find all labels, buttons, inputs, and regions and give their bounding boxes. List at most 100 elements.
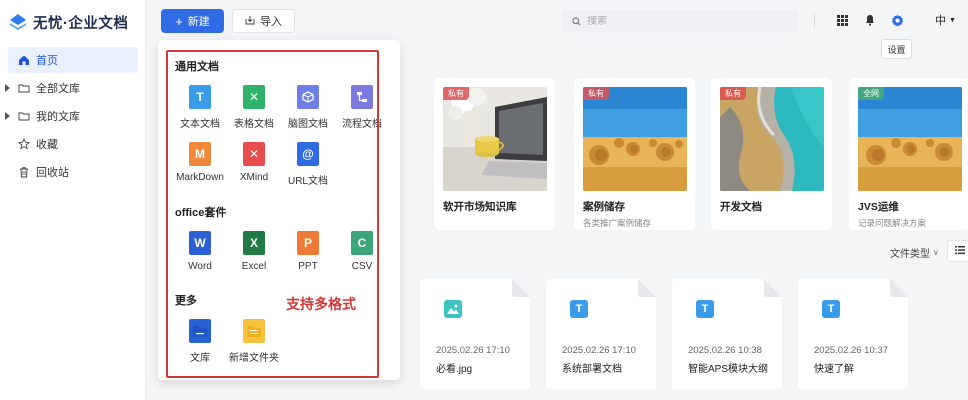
section-title-office: office套件 [175, 207, 227, 219]
sidebar: 无忧·企业文档 首页 全部文库 我的文库 收藏 回收站 [0, 0, 146, 400]
library-cover-image: 全网 [858, 87, 962, 191]
file-name: 必看.jpg [436, 364, 473, 375]
sidebar-item-all-libraries[interactable]: 全部文库 [5, 75, 138, 101]
menu-item-markdown[interactable]: M MarkDown [172, 142, 228, 190]
import-button[interactable]: 导入 [232, 9, 295, 33]
library-subtitle: 记录问题解决方案 [858, 218, 927, 228]
import-icon [245, 15, 255, 28]
app-logo[interactable]: 无忧·企业文档 [8, 10, 128, 34]
sidebar-item-label: 收藏 [36, 139, 58, 151]
menu-item-library[interactable]: 文库 [172, 319, 228, 367]
chevron-down-icon: ∨ [933, 248, 939, 257]
library-subtitle: 各类推广案例储存 [583, 218, 652, 228]
library-title: JVS运维 [858, 201, 899, 213]
library-tag: 全网 [858, 87, 884, 100]
sidebar-item-home[interactable]: 首页 [8, 47, 138, 73]
menu-item-sheet-doc[interactable]: ✕ 表格文档 [226, 85, 282, 133]
library-title: 案例储存 [583, 201, 625, 213]
library-tag: 私有 [443, 87, 469, 100]
settings-tooltip: 设置 [881, 39, 912, 59]
library-title: 开发文档 [720, 201, 762, 213]
caret-right-icon[interactable] [5, 84, 10, 92]
menu-item-excel[interactable]: X Excel [226, 231, 282, 279]
settings-gear-icon[interactable] [889, 12, 905, 28]
trash-icon [18, 166, 30, 178]
library-card[interactable]: 全网 JVS运维 记录问题解决方案 [849, 78, 968, 230]
menu-item-label: 表格文档 [234, 119, 274, 130]
file-date: 2025.02.26 17:10 [562, 345, 636, 356]
flow-doc-icon [351, 85, 373, 109]
app-title: 无忧·企业文档 [33, 15, 129, 32]
section-title-general: 通用文档 [175, 61, 219, 73]
caret-down-icon: ▼ [949, 16, 956, 24]
library-card[interactable]: 私有 开发文档 [711, 78, 832, 230]
menu-item-new-folder[interactable]: 新增文件夹 [226, 319, 282, 367]
menu-item-ppt[interactable]: P PPT [280, 231, 336, 279]
menu-item-label: URL文档 [287, 176, 328, 187]
file-card[interactable]: T 2025.02.26 17:10 系统部署文档 [546, 279, 656, 389]
text-file-icon: T [822, 300, 840, 318]
language-switcher[interactable]: 中 ▼ [935, 12, 956, 28]
sidebar-item-label: 回收站 [36, 167, 69, 179]
home-icon [18, 54, 30, 66]
apps-grid-icon[interactable] [834, 12, 850, 28]
markdown-icon: M [189, 142, 211, 166]
menu-item-mindmap-doc[interactable]: 脑图文档 [280, 85, 336, 133]
star-icon [17, 137, 31, 150]
file-name: 系统部署文档 [562, 364, 622, 375]
section-title-more: 更多 [175, 295, 197, 307]
folder-icon [18, 82, 30, 94]
sidebar-item-my-libraries[interactable]: 我的文库 [5, 103, 138, 129]
file-date: 2025.02.26 17:10 [436, 345, 510, 356]
caret-right-icon[interactable] [5, 112, 10, 120]
file-name: 智能APS模块大纲 [688, 364, 769, 375]
import-button-label: 导入 [260, 16, 282, 28]
menu-item-label: XMind [239, 172, 269, 183]
menu-item-label: PPT [298, 261, 318, 272]
menu-item-word[interactable]: W Word [172, 231, 228, 279]
sheet-doc-icon: ✕ [243, 85, 265, 109]
new-button[interactable]: + 新建 [161, 9, 224, 33]
menu-item-label: Excel [241, 261, 267, 272]
library-tag: 私有 [720, 87, 746, 100]
menu-item-xmind[interactable]: ✕ XMind [226, 142, 282, 190]
word-icon: W [189, 231, 211, 255]
sidebar-item-label: 首页 [36, 55, 58, 67]
file-type-filter[interactable]: 文件类型 ∨ [890, 245, 939, 260]
ppt-icon: P [297, 231, 319, 255]
file-card[interactable]: T 2025.02.26 10:37 快速了解 [798, 279, 908, 389]
library-cover-image: 私有 [720, 87, 824, 191]
menu-item-url-doc[interactable]: @ URL文档 [280, 142, 336, 190]
xmind-icon: ✕ [243, 142, 265, 166]
new-button-label: 新建 [187, 16, 210, 28]
menu-item-csv[interactable]: C CSV [334, 231, 390, 279]
text-file-icon: T [570, 300, 588, 318]
menu-item-label: 流程文档 [342, 119, 382, 130]
file-name: 快速了解 [814, 364, 854, 375]
search-box[interactable] [562, 10, 798, 33]
library-card[interactable]: 私有 软开市场知识库 [434, 78, 555, 230]
toolbar-divider [814, 13, 815, 29]
library-title: 软开市场知识库 [443, 201, 517, 213]
annotation-text: 支持多格式 [286, 296, 356, 312]
search-input[interactable] [587, 16, 767, 27]
file-card[interactable]: 2025.02.26 17:10 必看.jpg [420, 279, 530, 389]
library-folder-icon [189, 319, 211, 343]
filter-label: 文件类型 [890, 249, 930, 260]
csv-icon: C [351, 231, 373, 255]
menu-item-flow-doc[interactable]: 流程文档 [334, 85, 390, 133]
file-card[interactable]: T 2025.02.26 10:38 智能APS模块大纲 [672, 279, 782, 389]
plus-icon: + [175, 13, 183, 29]
library-card[interactable]: 私有 案例储存 各类推广案例储存 [574, 78, 695, 230]
sidebar-item-favorites[interactable]: 收藏 [8, 131, 138, 157]
bell-icon[interactable] [862, 12, 878, 28]
menu-item-text-doc[interactable]: T 文本文档 [172, 85, 228, 133]
sidebar-item-recycle-bin[interactable]: 回收站 [8, 159, 138, 185]
language-label: 中 [935, 15, 946, 27]
file-date: 2025.02.26 10:37 [814, 345, 888, 356]
excel-icon: X [243, 231, 265, 255]
folder-icon [18, 110, 30, 122]
list-view-button[interactable] [947, 240, 968, 262]
library-cover-image: 私有 [443, 87, 547, 191]
menu-item-label: Word [188, 261, 212, 272]
